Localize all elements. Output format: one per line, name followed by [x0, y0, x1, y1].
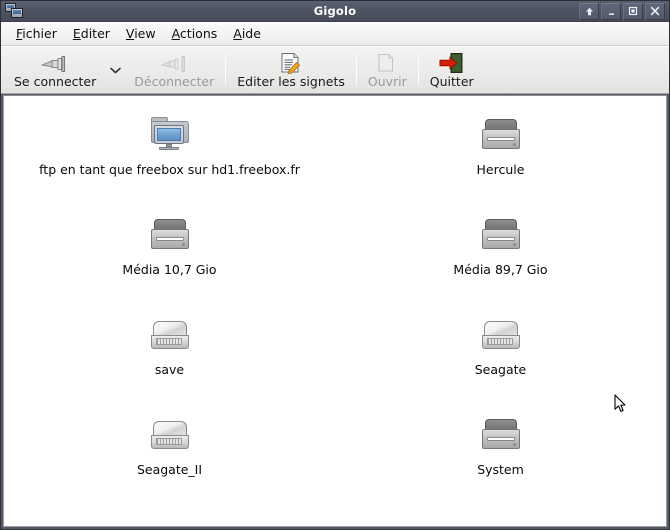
- network-computers-icon: [5, 2, 25, 20]
- network-folder-icon: [146, 112, 194, 156]
- drive-removable-icon: [477, 312, 525, 356]
- list-item-label: Média 10,7 Gio: [122, 262, 217, 277]
- window-title: Gigolo: [313, 4, 357, 18]
- list-item-label: save: [154, 362, 185, 377]
- list-item[interactable]: System: [335, 404, 666, 504]
- list-item[interactable]: Média 10,7 Gio: [4, 204, 335, 304]
- menu-fichier-rest: ichier: [22, 26, 57, 41]
- document-edit-icon: [279, 52, 303, 74]
- menu-aide-rest: ide: [241, 26, 261, 41]
- title-bar[interactable]: Gigolo: [1, 1, 669, 22]
- plug-disconnect-icon: [159, 52, 189, 74]
- open-button[interactable]: Ouvrir: [359, 48, 416, 92]
- close-button[interactable]: [645, 2, 665, 20]
- menu-editer[interactable]: Editer: [65, 24, 118, 43]
- disconnect-label: Déconnecter: [134, 73, 215, 89]
- drive-harddisk-icon: [146, 212, 194, 256]
- shade-button[interactable]: [579, 2, 599, 20]
- list-item[interactable]: Seagate: [335, 304, 666, 404]
- list-item-label: ftp en tant que freebox sur hd1.freebox.…: [39, 162, 300, 177]
- plug-connect-icon: [40, 52, 70, 74]
- menu-fichier[interactable]: Fichier: [8, 24, 65, 43]
- quit-button[interactable]: Quitter: [421, 48, 483, 92]
- window-controls: [579, 2, 667, 20]
- drive-removable-icon: [146, 412, 194, 456]
- maximize-button[interactable]: [623, 2, 643, 20]
- folder-open-icon: [375, 52, 399, 74]
- list-item-label: Média 89,7 Gio: [453, 262, 548, 277]
- menu-actions[interactable]: Actions: [164, 24, 226, 43]
- menu-view-rest: iew: [134, 26, 156, 41]
- icon-view: ftp en tant que freebox sur hd1.freebox.…: [4, 96, 666, 504]
- toolbar-separator-1: [225, 55, 227, 85]
- toolbar: Se connecter Déconnecter Editer les sign…: [1, 46, 669, 94]
- edit-bookmarks-button[interactable]: Editer les signets: [228, 48, 354, 92]
- drive-harddisk-icon: [477, 412, 525, 456]
- gigolo-window: Gigolo Fichier Editer View Actions Aide: [0, 0, 670, 530]
- toolbar-separator-3: [417, 55, 419, 85]
- connect-dropdown-button[interactable]: [105, 48, 125, 92]
- drive-removable-icon: [146, 312, 194, 356]
- disconnect-button[interactable]: Déconnecter: [125, 48, 223, 92]
- menu-view[interactable]: View: [118, 24, 164, 43]
- menu-aide[interactable]: Aide: [225, 24, 269, 43]
- connect-button[interactable]: Se connecter: [5, 48, 105, 92]
- minimize-button[interactable]: [601, 2, 621, 20]
- list-item[interactable]: Seagate_II: [4, 404, 335, 504]
- list-item-label: System: [477, 462, 524, 477]
- content-area[interactable]: ftp en tant que freebox sur hd1.freebox.…: [3, 95, 667, 527]
- menu-editer-rest: diter: [80, 26, 110, 41]
- drive-harddisk-icon: [477, 112, 525, 156]
- drive-harddisk-icon: [477, 212, 525, 256]
- toolbar-separator-2: [355, 55, 357, 85]
- quit-label: Quitter: [429, 73, 474, 89]
- connect-label: Se connecter: [14, 73, 97, 89]
- list-item[interactable]: Média 89,7 Gio: [335, 204, 666, 304]
- exit-door-icon: [439, 52, 465, 74]
- menu-bar: Fichier Editer View Actions Aide: [1, 22, 669, 46]
- chevron-down-icon: [110, 67, 121, 73]
- list-item-label: Hercule: [476, 162, 525, 177]
- list-item[interactable]: Hercule: [335, 104, 666, 204]
- open-label: Ouvrir: [367, 73, 407, 89]
- menu-actions-rest: ctions: [179, 26, 218, 41]
- list-item-label: Seagate_II: [136, 462, 203, 477]
- edit-bookmarks-label: Editer les signets: [237, 73, 345, 89]
- list-item[interactable]: ftp en tant que freebox sur hd1.freebox.…: [4, 104, 335, 204]
- list-item-label: Seagate: [474, 362, 527, 377]
- list-item[interactable]: save: [4, 304, 335, 404]
